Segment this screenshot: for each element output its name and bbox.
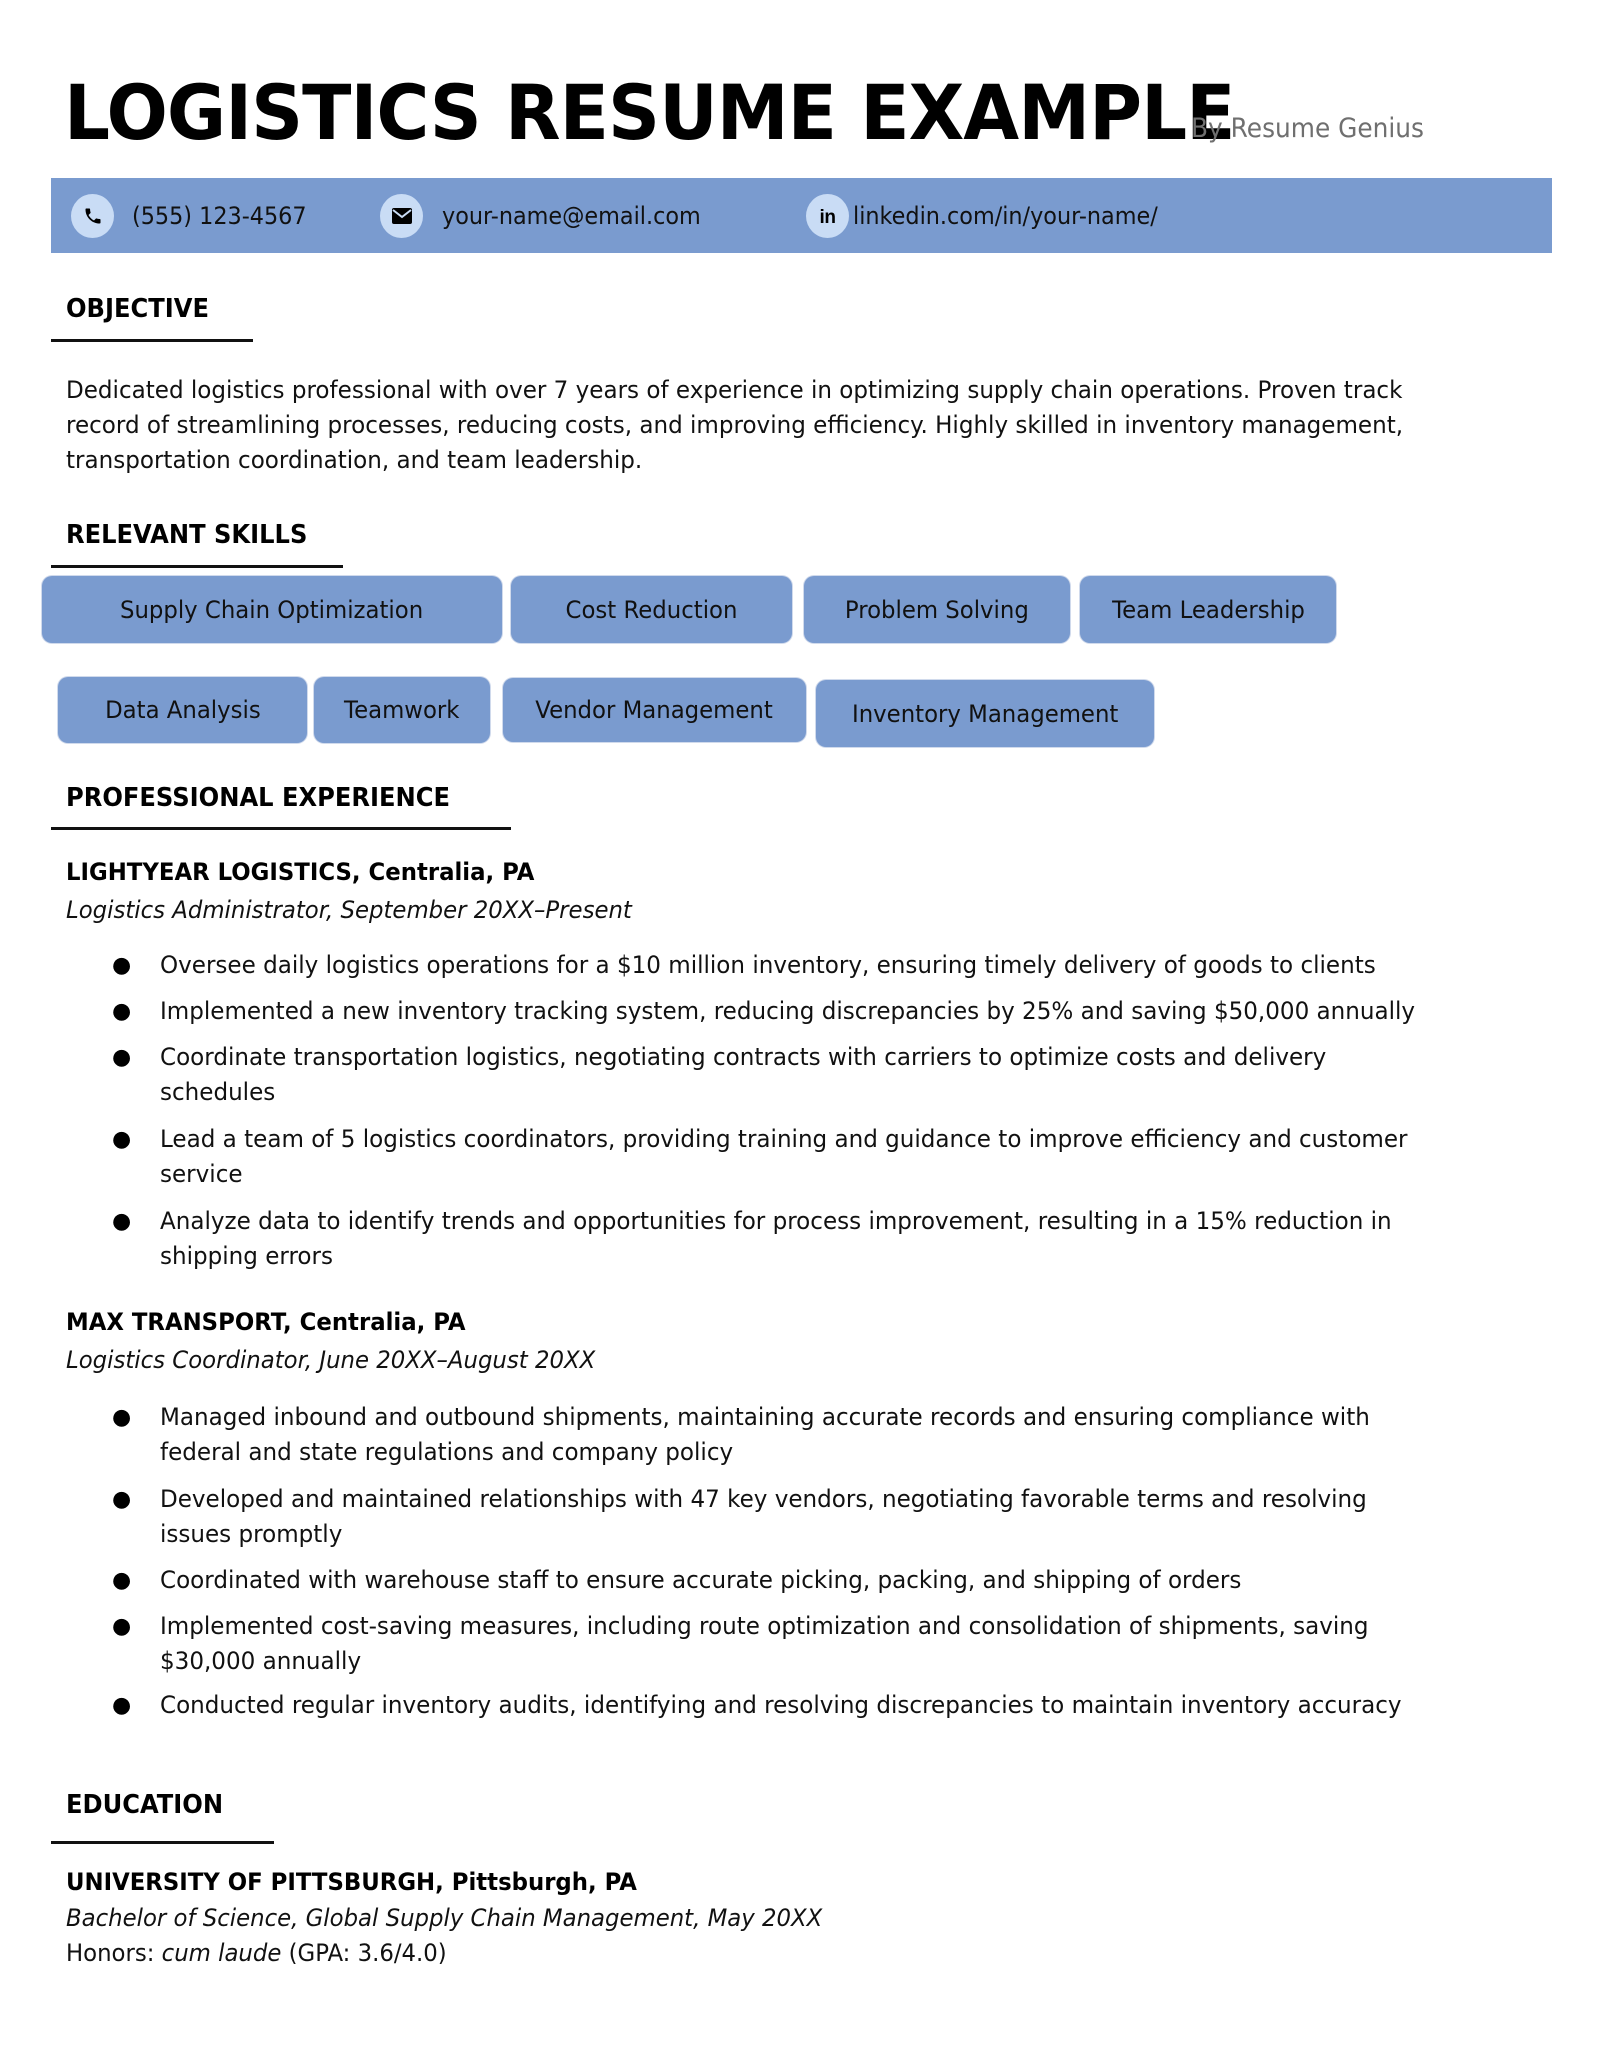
page-title: LOGISTICS RESUME EXAMPLE: [64, 68, 1235, 157]
bullet-icon: ●: [112, 1614, 132, 1639]
list-item: ● Conducted regular inventory audits, ide…: [112, 1688, 1512, 1723]
skill-pill: Problem Solving: [804, 576, 1070, 643]
skill-pill: Team Leadership: [1080, 576, 1336, 643]
section-divider: [51, 339, 253, 342]
job-company: LIGHTYEAR LOGISTICS, Centralia, PA: [66, 858, 535, 886]
list-item: ● Coordinated with warehouse staff to ens…: [112, 1563, 1512, 1598]
education-honors: Honors: cum laude (GPA: 3.6/4.0): [66, 1939, 447, 1967]
bullet-icon: ●: [112, 1209, 132, 1234]
bullet-icon: ●: [112, 1405, 132, 1430]
skill-pill: Inventory Management: [816, 680, 1154, 747]
list-item: ● Lead a team of 5 logistics coordinators…: [112, 1122, 1512, 1192]
bullet-icon: ●: [112, 1568, 132, 1593]
job-company: MAX TRANSPORT, Centralia, PA: [66, 1308, 466, 1336]
list-item: ● Coordinate transportation logistics, ne…: [112, 1040, 1512, 1110]
section-heading-objective: OBJECTIVE: [66, 294, 209, 324]
section-divider: [51, 565, 343, 568]
phone-icon: [71, 193, 114, 238]
education-school: UNIVERSITY OF PITTSBURGH, Pittsburgh, PA: [66, 1868, 637, 1896]
contact-phone[interactable]: (555) 123-4567: [71, 178, 320, 253]
contact-email[interactable]: your-name@email.com: [380, 178, 720, 253]
list-item: ● Analyze data to identify trends and opp…: [112, 1204, 1512, 1274]
list-item: ● Implemented a new inventory tracking sy…: [112, 994, 1512, 1029]
skill-pill: Cost Reduction: [511, 576, 792, 643]
objective-text: Dedicated logistics professional with ov…: [66, 376, 1404, 474]
email-text: your-name@email.com: [442, 201, 701, 230]
bullet-icon: ●: [112, 1487, 132, 1512]
skill-pill: Supply Chain Optimization: [42, 576, 502, 643]
bullet-icon: ●: [112, 1693, 132, 1718]
bullet-icon: ●: [112, 999, 132, 1024]
bullet-icon: ●: [112, 1127, 132, 1152]
section-divider: [51, 1841, 274, 1844]
bullet-icon: ●: [112, 953, 132, 978]
byline: By Resume Genius: [1191, 113, 1424, 144]
phone-text: (555) 123-4567: [132, 201, 307, 230]
section-heading-experience: PROFESSIONAL EXPERIENCE: [66, 783, 451, 813]
list-item: ● Developed and maintained relationships …: [112, 1482, 1512, 1552]
linkedin-icon: in: [806, 193, 849, 238]
education-degree: Bachelor of Science, Global Supply Chain…: [66, 1904, 823, 1932]
section-divider: [51, 827, 511, 830]
list-item: ● Oversee daily logistics operations for …: [112, 948, 1512, 983]
job-role: Logistics Coordinator, June 20XX–August …: [66, 1346, 596, 1374]
list-item: ● Implemented cost-saving measures, inclu…: [112, 1609, 1512, 1679]
contact-bar: (555) 123-4567 your-name@email.com in li…: [51, 178, 1552, 253]
envelope-icon: [380, 193, 423, 238]
linkedin-text: linkedin.com/in/your-name/: [853, 201, 1158, 230]
list-item: ● Managed inbound and outbound shipments,…: [112, 1400, 1512, 1470]
contact-linkedin[interactable]: in linkedin.com/in/your-name/: [806, 178, 1181, 253]
skill-pill: Vendor Management: [503, 678, 806, 742]
section-heading-education: EDUCATION: [66, 1790, 224, 1820]
skill-pill: Data Analysis: [58, 677, 307, 743]
bullet-icon: ●: [112, 1045, 132, 1070]
job-role: Logistics Administrator, September 20XX–…: [66, 896, 632, 924]
section-heading-skills: RELEVANT SKILLS: [66, 520, 308, 550]
skill-pill: Teamwork: [314, 677, 490, 743]
